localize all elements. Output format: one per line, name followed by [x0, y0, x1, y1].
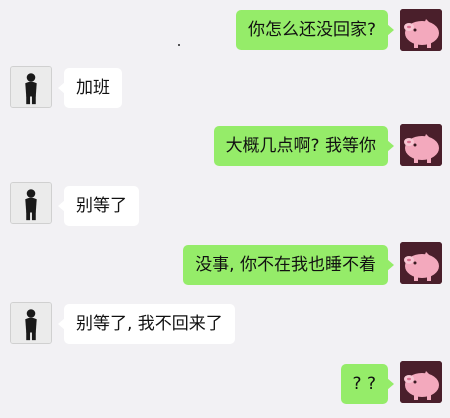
person-avatar[interactable]	[10, 66, 52, 108]
pig-icon	[400, 124, 442, 166]
message-bubble-outgoing[interactable]: 没事, 你不在我也睡不着	[183, 245, 394, 285]
pig-avatar[interactable]	[400, 361, 442, 403]
pig-icon	[400, 9, 442, 51]
pig-icon	[400, 242, 442, 284]
message-bubble-outgoing[interactable]: ? ?	[340, 364, 395, 404]
person-avatar[interactable]	[10, 302, 52, 344]
stray-dot	[178, 44, 180, 46]
person-icon	[11, 183, 51, 223]
message-bubble-incoming[interactable]: 加班	[58, 68, 122, 108]
pig-icon	[400, 361, 442, 403]
pig-avatar[interactable]	[400, 9, 442, 51]
message-bubble-incoming[interactable]: 别等了	[58, 186, 139, 226]
pig-avatar[interactable]	[400, 124, 442, 166]
person-avatar[interactable]	[10, 182, 52, 224]
person-icon	[11, 67, 51, 107]
person-icon	[11, 303, 51, 343]
message-bubble-outgoing[interactable]: 你怎么还没回家?	[235, 10, 395, 50]
pig-avatar[interactable]	[400, 242, 442, 284]
chat-view: 你怎么还没回家? 加班 大概几点啊? 我等你 别等了 没事, 你不在我也睡不着 …	[0, 0, 450, 418]
message-bubble-outgoing[interactable]: 大概几点啊? 我等你	[213, 126, 395, 166]
message-bubble-incoming[interactable]: 别等了, 我不回来了	[58, 304, 235, 344]
